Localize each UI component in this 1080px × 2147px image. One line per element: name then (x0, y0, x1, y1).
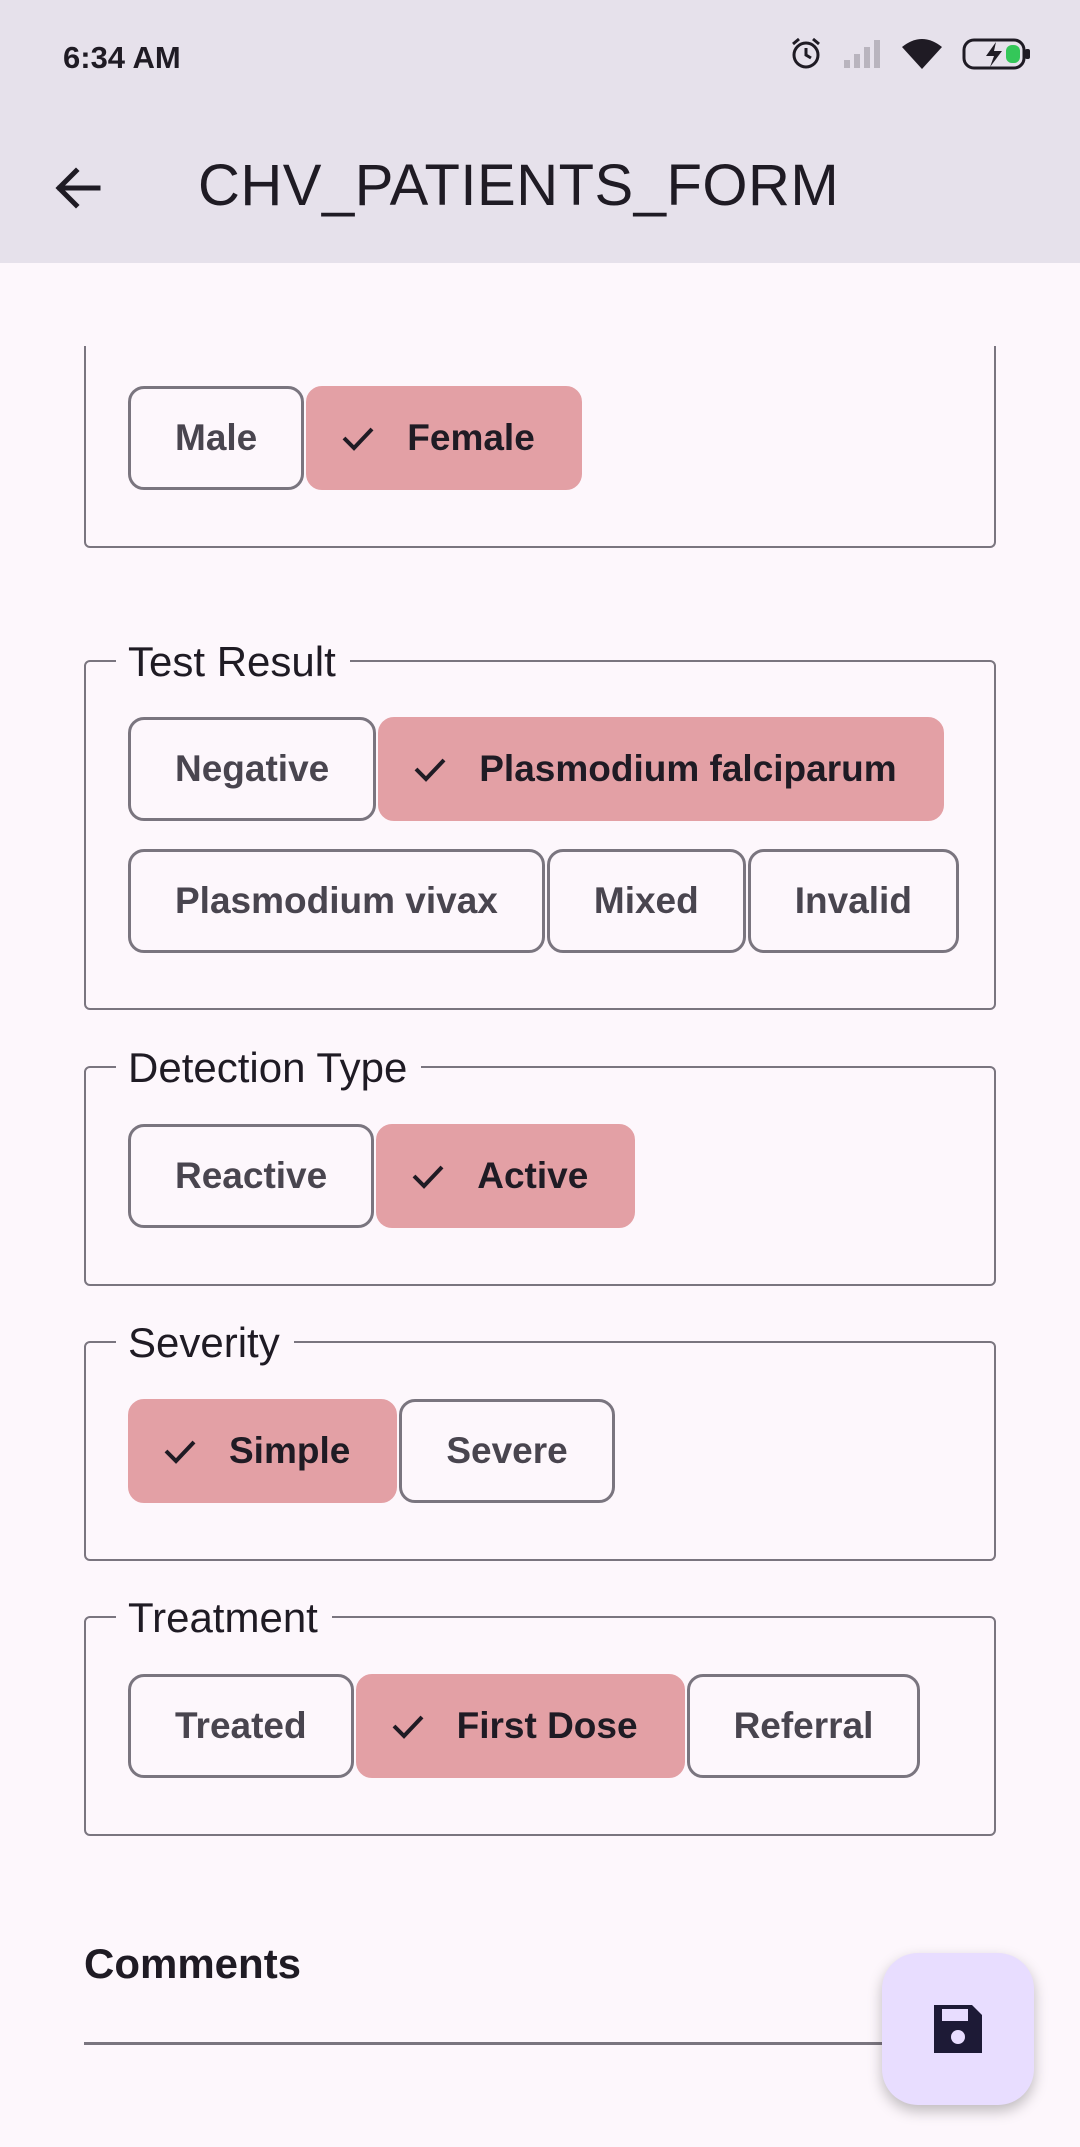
app-bar: CHV_PATIENTS_FORM (0, 118, 1080, 263)
chip-severe[interactable]: Severe (399, 1399, 615, 1503)
severity-group: Severity Simple Severe (84, 1315, 996, 1561)
test-result-group: Test Result Negative Plasmodium falcipar… (84, 634, 996, 1010)
chip-plasmodium-vivax[interactable]: Plasmodium vivax (128, 849, 545, 953)
chip-invalid[interactable]: Invalid (747, 849, 959, 953)
chip-mixed[interactable]: Mixed (546, 849, 746, 953)
chip-treated[interactable]: Treated (128, 1674, 354, 1778)
chip-simple[interactable]: Simple (128, 1399, 398, 1503)
treatment-label: Treatment (116, 1590, 332, 1646)
comments-label: Comments (84, 1940, 302, 1987)
detection-type-group: Detection Type Reactive Active (84, 1040, 996, 1286)
detection-type-label: Detection Type (116, 1040, 422, 1096)
status-time: 6:34 AM (63, 40, 181, 75)
check-icon (339, 419, 377, 457)
back-button[interactable] (48, 158, 108, 218)
chip-plasmodium-falciparum[interactable]: Plasmodium falciparum (378, 717, 944, 821)
arrow-back-icon (55, 167, 101, 209)
battery-charging-icon (962, 37, 1032, 76)
treatment-group: Treatment Treated First Dose Referral (84, 1590, 996, 1836)
status-bar: 6:34 AM (0, 0, 1080, 118)
chip-referral[interactable]: Referral (686, 1674, 921, 1778)
check-icon (409, 1157, 447, 1195)
severity-label: Severity (116, 1315, 294, 1371)
chip-female[interactable]: Female (306, 386, 582, 490)
wifi-icon (900, 37, 944, 76)
chip-active[interactable]: Active (376, 1124, 636, 1228)
chip-first-dose[interactable]: First Dose (355, 1674, 685, 1778)
check-icon (389, 1707, 427, 1745)
check-icon (411, 750, 449, 788)
alarm-icon (788, 36, 824, 77)
page-title: CHV_PATIENTS_FORM (198, 153, 840, 218)
test-result-label: Test Result (116, 634, 350, 690)
save-icon (934, 2005, 982, 2053)
save-button[interactable] (882, 1953, 1034, 2105)
check-icon (161, 1432, 199, 1470)
chip-negative[interactable]: Negative (128, 717, 377, 821)
comments-input[interactable] (84, 2042, 884, 2045)
chip-reactive[interactable]: Reactive (128, 1124, 375, 1228)
chip-male[interactable]: Male (128, 386, 305, 490)
sex-group: Male Female (84, 346, 996, 548)
signal-icon (842, 38, 882, 75)
